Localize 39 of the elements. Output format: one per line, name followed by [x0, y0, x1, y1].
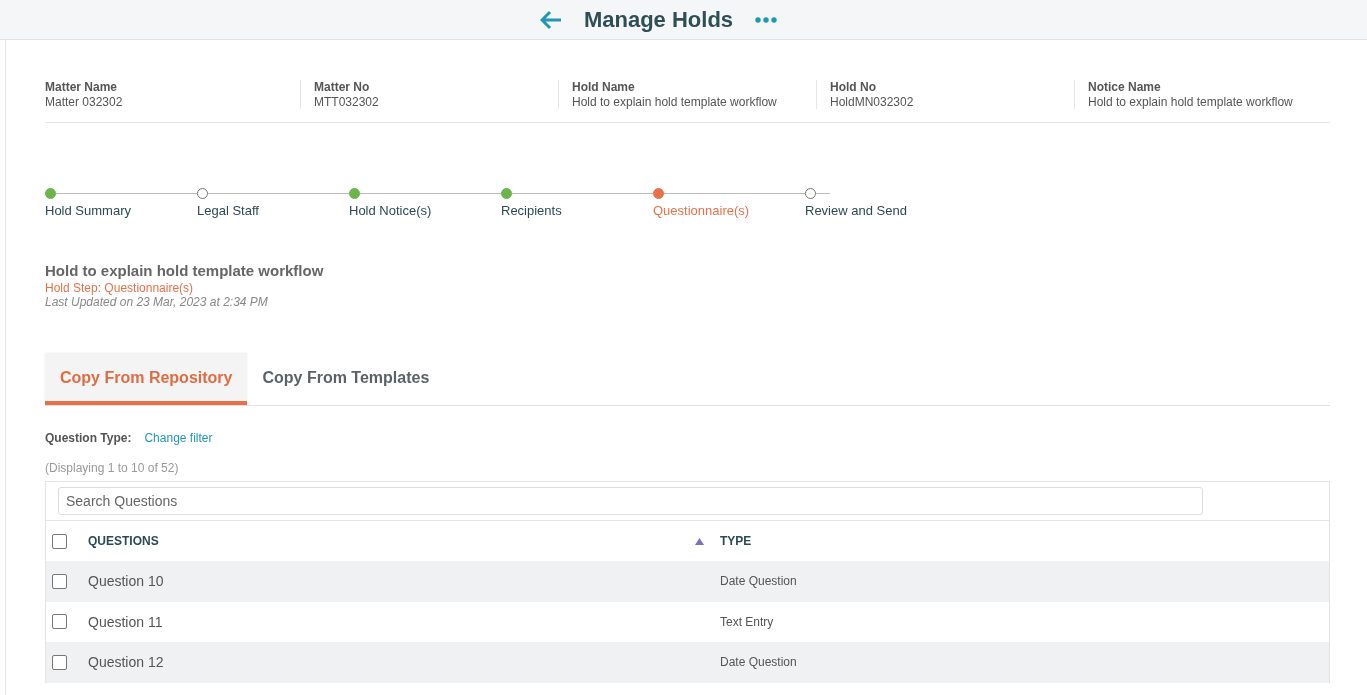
- back-arrow-icon[interactable]: [539, 9, 562, 30]
- info-value: Matter 032302: [45, 95, 124, 109]
- filter-label: Question Type:: [45, 431, 132, 445]
- column-header[interactable]: QUESTIONS: [88, 534, 159, 548]
- hold-step-text: Hold Step: Questionnaire(s): [45, 281, 195, 295]
- type-cell-text: Date Question: [720, 574, 798, 589]
- select-all-checkbox[interactable]: [52, 533, 67, 549]
- step-label[interactable]: Hold Notice(s): [349, 203, 501, 218]
- info-label: Hold No: [830, 80, 877, 94]
- change-filter-link[interactable]: Change filter: [144, 431, 213, 445]
- info-value: Hold to explain hold template workflow: [1088, 95, 1294, 109]
- info-value: MTT032302: [314, 95, 380, 109]
- question-cell-text: Question 11: [88, 613, 164, 630]
- info-label: Matter No: [314, 80, 371, 94]
- type-cell-text: Text Entry: [720, 614, 775, 629]
- step-label[interactable]: Legal Staff: [197, 203, 349, 218]
- row-checkbox[interactable]: [52, 573, 67, 589]
- more-options-icon[interactable]: [755, 16, 778, 23]
- tab[interactable]: Copy From Templates: [247, 354, 445, 405]
- last-updated-text: Last Updated on 23 Mar, 2023 at 2:34 PM: [45, 295, 269, 309]
- row-checkbox[interactable]: [52, 654, 67, 670]
- info-label: Matter Name: [45, 80, 119, 94]
- sort-ascending-icon[interactable]: [695, 537, 704, 545]
- column-header[interactable]: TYPE: [720, 534, 752, 548]
- question-cell-text: Question 12: [88, 654, 165, 671]
- info-value: HoldMN032302: [830, 95, 915, 109]
- page-title: Manage Holds: [583, 6, 734, 33]
- info-label: Notice Name: [1088, 80, 1162, 94]
- search-field[interactable]: Search Questions: [58, 487, 1203, 515]
- hold-title: Hold to explain hold template workflow: [45, 262, 325, 279]
- question-cell-text: Question 10: [88, 573, 165, 590]
- row-checkbox[interactable]: [52, 614, 67, 630]
- step-label[interactable]: Hold Summary: [45, 203, 197, 218]
- info-label: Hold Name: [572, 80, 636, 94]
- step-label[interactable]: Recipients: [501, 203, 653, 218]
- type-cell-text: Date Question: [720, 655, 798, 670]
- info-value: Hold to explain hold template workflow: [572, 95, 778, 109]
- step-label[interactable]: Review and Send: [805, 203, 957, 218]
- display-count: (Displaying 1 to 10 of 52): [45, 461, 180, 475]
